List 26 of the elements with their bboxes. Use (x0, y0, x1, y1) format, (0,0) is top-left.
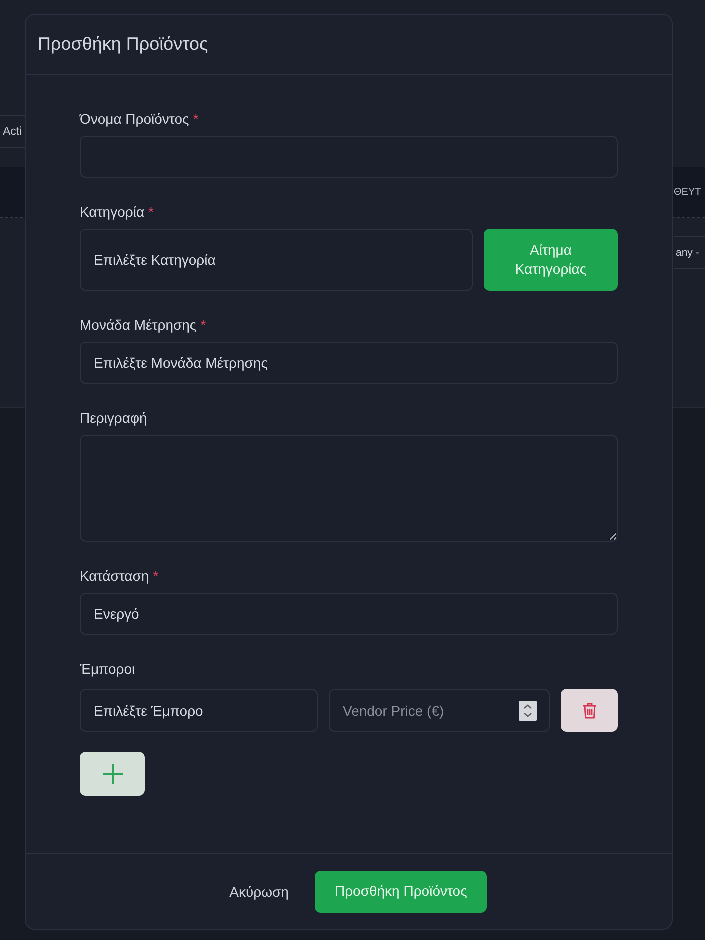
select-field[interactable]: Ενεργό (80, 593, 618, 635)
required-mark: * (148, 204, 154, 220)
select-field[interactable]: Επιλέξτε Κατηγορία (80, 229, 473, 291)
field-label: Κατηγορία (80, 204, 145, 220)
field-label: Μονάδα Μέτρησης (80, 317, 197, 333)
select-field[interactable]: Επιλέξτε Έμπορο (80, 689, 318, 732)
table-cell: any - (674, 236, 705, 269)
plus-icon (102, 764, 122, 784)
field-label: Κατάσταση (80, 568, 150, 584)
required-mark: * (193, 111, 199, 127)
price-field[interactable]: Vendor Price (€) (329, 689, 550, 732)
delete-button[interactable] (561, 689, 618, 732)
field-label: Περιγραφή (80, 410, 148, 426)
spinner-icon[interactable] (519, 700, 537, 720)
cancel-button[interactable]: Ακύρωση (210, 870, 308, 912)
required-mark: * (153, 568, 159, 584)
add-vendor-button[interactable] (80, 752, 145, 796)
dialog-title: Προσθήκη Προϊόντος (38, 34, 208, 55)
field-label: Έμποροι (80, 661, 136, 677)
field-label: Όνομα Προϊόντος (80, 111, 190, 127)
column-header: ΘΕΥΤ (674, 186, 702, 198)
select-field[interactable]: Επιλέξτε Μονάδα Μέτρησης (80, 342, 618, 384)
required-mark: * (200, 317, 206, 333)
text-field[interactable] (80, 136, 618, 178)
textarea-field[interactable] (80, 435, 618, 542)
trash-icon (582, 702, 596, 718)
